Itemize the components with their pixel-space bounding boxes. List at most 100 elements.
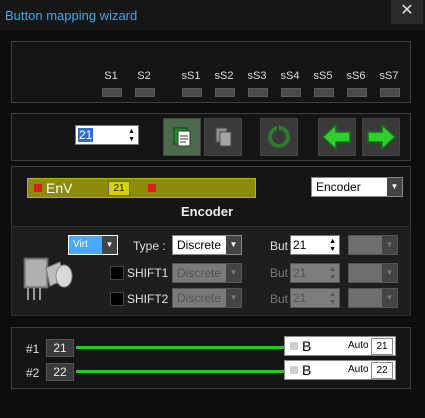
- shift1-but-spinner[interactable]: 21 ▲ ▼: [290, 263, 340, 283]
- chevron-down-icon: ▼: [102, 236, 117, 254]
- copy-button[interactable]: [204, 118, 242, 156]
- mapping-2-mode: Auto: [348, 364, 369, 375]
- encoder-type-value: Encoder: [316, 180, 361, 194]
- arrow-right-icon: [367, 123, 397, 151]
- slot-label-s1: S1: [104, 70, 118, 82]
- shift2-but-spinner[interactable]: 21 ▲ ▼: [290, 288, 340, 308]
- chevron-down-icon: ▼: [226, 236, 241, 254]
- refresh-button[interactable]: [260, 118, 298, 156]
- virt-select[interactable]: Virt ▼: [68, 235, 118, 255]
- but-spinner[interactable]: 21 ▲ ▼: [290, 235, 340, 255]
- but-value: 21: [293, 238, 307, 252]
- spin-up-icon[interactable]: ▲: [128, 128, 135, 135]
- mapping-2-index: #2: [26, 366, 40, 380]
- mapping-1-indicator: [290, 342, 298, 350]
- mapping-1-index: #1: [26, 342, 40, 356]
- spin-down-icon[interactable]: ▼: [329, 299, 336, 306]
- shift2-checkbox[interactable]: [110, 292, 124, 306]
- rotary-encoder-icon: [23, 257, 73, 300]
- spin-up-icon[interactable]: ▲: [329, 238, 336, 245]
- spin-down-icon[interactable]: ▼: [128, 136, 135, 143]
- slot-indicator-ss1: [182, 88, 202, 97]
- encoder-bar: EnV 21: [27, 178, 256, 198]
- slot-indicator-ss7: [380, 88, 400, 97]
- window-title: Button mapping wizard: [5, 8, 138, 23]
- slot-label-ss7: sS7: [379, 70, 399, 82]
- close-button[interactable]: ✕: [391, 0, 423, 24]
- slot-indicator-ss6: [347, 88, 367, 97]
- mapping-1-mode: Auto: [348, 340, 369, 351]
- encoder-type-select[interactable]: Encoder ▼: [311, 177, 403, 197]
- paste-button[interactable]: [163, 118, 201, 156]
- number-spinner[interactable]: 21 ▲ ▼: [75, 125, 139, 145]
- slot-indicator-ss5: [314, 88, 334, 97]
- shift2-but-label: But: [270, 292, 289, 306]
- shift2-type-select[interactable]: Discrete ▼: [172, 288, 242, 308]
- mapping-1-value: 21: [46, 339, 74, 357]
- slot-indicator-s2: [135, 88, 155, 97]
- arrow-left-icon: [321, 123, 351, 151]
- mapping-2-indicator: [290, 366, 298, 374]
- spin-down-icon[interactable]: ▼: [329, 274, 336, 281]
- mapping-2-line: [76, 370, 284, 373]
- slot-label-ss6: sS6: [346, 70, 366, 82]
- extra-select-1[interactable]: ▼: [348, 235, 398, 255]
- mapping-2-value: 22: [46, 363, 74, 381]
- chevron-down-icon: ▼: [226, 289, 241, 307]
- slot-label-ss2: sS2: [214, 70, 234, 82]
- shift2-label: SHIFT2: [127, 292, 169, 306]
- virt-value: Virt: [73, 239, 88, 250]
- close-icon: ✕: [400, 2, 414, 19]
- spin-down-icon[interactable]: ▼: [329, 246, 336, 253]
- shift2-type-value: Discrete: [177, 291, 222, 305]
- slot-indicator-ss4: [281, 88, 301, 97]
- encoder-bar-label: EnV: [46, 180, 73, 196]
- mapping-1-box[interactable]: B Auto 21: [284, 336, 396, 356]
- title-bar: Button mapping wizard ✕: [0, 0, 425, 30]
- slot-label-ss5: sS5: [313, 70, 333, 82]
- but-label: But: [270, 239, 289, 253]
- shift1-but-label: But: [270, 266, 289, 280]
- chevron-down-icon: ▼: [382, 236, 397, 254]
- mapping-2-code: 22: [371, 362, 393, 379]
- shift2-but-value: 21: [293, 291, 307, 305]
- copy-icon: [215, 127, 232, 147]
- number-value: 21: [78, 128, 94, 142]
- shift1-label: SHIFT1: [127, 266, 169, 280]
- slot-label-ss1: sS1: [181, 70, 201, 82]
- refresh-icon: [268, 125, 290, 148]
- next-button[interactable]: [362, 118, 400, 156]
- mapping-1-letter: B: [302, 338, 312, 354]
- shift1-but-value: 21: [293, 266, 307, 280]
- shift1-type-value: Discrete: [177, 266, 222, 280]
- extra-select-3[interactable]: ▼: [348, 288, 398, 308]
- chevron-down-icon: ▼: [382, 264, 397, 282]
- slot-label-s2: S2: [137, 70, 151, 82]
- spin-up-icon[interactable]: ▲: [329, 266, 336, 273]
- encoder-left-indicator: [34, 184, 42, 192]
- chevron-down-icon: ▼: [382, 289, 397, 307]
- slot-indicator-s1: [102, 88, 122, 97]
- mapping-2-box[interactable]: B Auto 22: [284, 360, 396, 380]
- shift1-type-select[interactable]: Discrete ▼: [172, 263, 242, 283]
- type-select[interactable]: Discrete ▼: [172, 235, 242, 255]
- mapping-2-letter: B: [302, 362, 312, 378]
- slot-label-ss3: sS3: [247, 70, 267, 82]
- type-value: Discrete: [177, 238, 222, 252]
- slot-label-ss4: sS4: [280, 70, 300, 82]
- mapping-1-line: [76, 346, 284, 349]
- chevron-down-icon: ▼: [387, 178, 402, 196]
- mapping-1-code: 21: [371, 338, 393, 355]
- previous-button[interactable]: [318, 118, 356, 156]
- shift1-checkbox[interactable]: [110, 266, 124, 280]
- encoder-heading: Encoder: [181, 204, 234, 219]
- extra-select-2[interactable]: ▼: [348, 263, 398, 283]
- type-label: Type :: [133, 239, 166, 253]
- paste-icon: [173, 127, 191, 147]
- chevron-down-icon: ▼: [226, 264, 241, 282]
- slot-indicator-ss3: [248, 88, 268, 97]
- spin-up-icon[interactable]: ▲: [329, 291, 336, 298]
- slot-indicator-ss2: [215, 88, 235, 97]
- encoder-right-indicator: [148, 184, 156, 192]
- encoder-bar-value: 21: [108, 181, 130, 196]
